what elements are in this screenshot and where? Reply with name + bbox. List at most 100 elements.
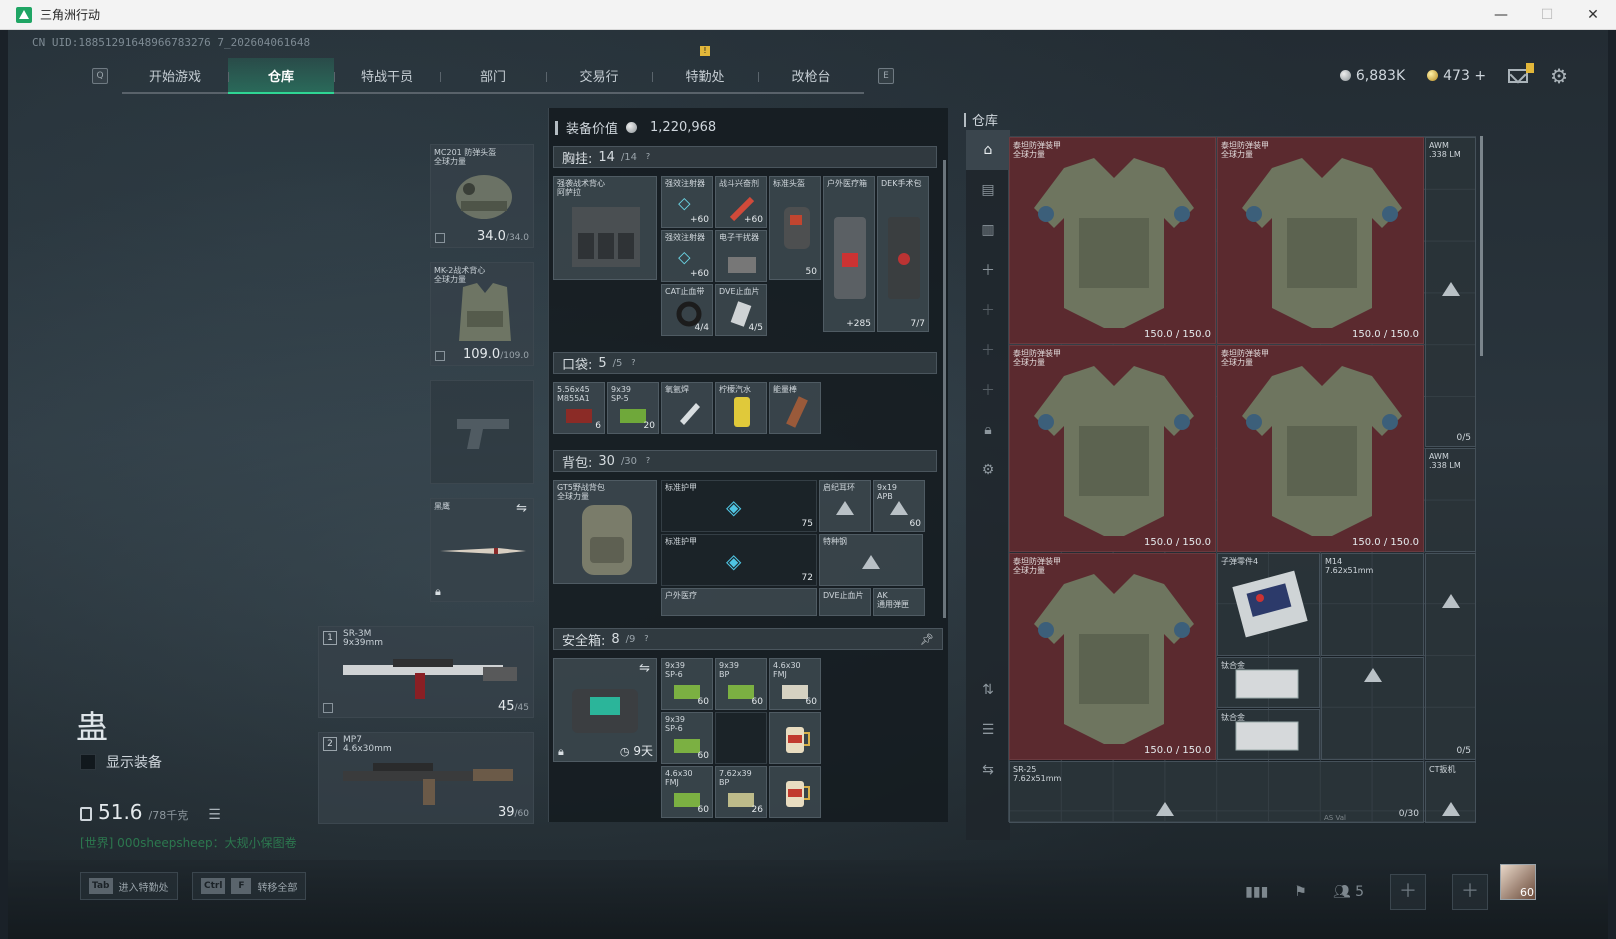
tab-special-ops[interactable]: 特勤处! [652, 46, 758, 94]
backpack-item-0[interactable]: 标准护甲 ◈ 75 [661, 480, 817, 532]
flag-icon[interactable]: ⚑ [1294, 884, 1307, 900]
backpack-item-3[interactable]: 标准护甲 ◈ 72 [661, 534, 817, 586]
inventory-scrollbar[interactable] [943, 160, 946, 618]
add-tab-icon[interactable]: ＋ [966, 290, 1010, 330]
swap-icon[interactable]: ⇋ [639, 661, 650, 676]
mail-icon[interactable] [1508, 63, 1535, 83]
world-chat-message[interactable]: [世界] 000sheepsheep：大规小保图卷 [80, 834, 297, 851]
warehouse-item-awm-2[interactable]: AWM .338 LM [1425, 448, 1476, 552]
warehouse-armor-3[interactable]: 泰坦防弹装甲 全球力量 150.0 / 150.0 [1217, 345, 1424, 552]
pocket-item-4[interactable]: 能量棒 [769, 382, 821, 434]
warehouse-armor-4[interactable]: 泰坦防弹装甲 全球力量 150.0 / 150.0 [1009, 553, 1216, 760]
tab-operators[interactable]: 特战干员 [334, 58, 440, 94]
transfer-icon[interactable]: ⇆ [966, 750, 1010, 790]
list-icon[interactable]: ☰ [208, 807, 221, 823]
add-tab-icon[interactable]: ＋ [966, 330, 1010, 370]
tab-next-key[interactable]: E [878, 68, 894, 84]
warehouse-armor-2[interactable]: 泰坦防弹装甲 全球力量 150.0 / 150.0 [1009, 345, 1216, 552]
pin-icon[interactable]: 📌︎ [920, 633, 934, 646]
armor-slot[interactable]: MK-2战术背心 全球力量 109.0/109.0 [430, 262, 534, 366]
team-icon[interactable]: 👥︎ 5 [1333, 884, 1364, 900]
chest-item-0[interactable]: 强效注射器 ⬦ +60 [661, 176, 713, 228]
safe-box-slot[interactable]: ⇋ 🔒︎ ◷ 9天 [553, 658, 657, 762]
chest-rig-slot[interactable]: 强袭战术背心 阿萨拉 [553, 176, 657, 280]
stats-chart-icon[interactable]: ▮▮▮ [1245, 884, 1268, 900]
show-equipment-toggle[interactable]: 显示装备 [80, 752, 162, 772]
layers-icon[interactable]: ☰ [966, 710, 1010, 750]
gear-icon[interactable]: ⚙ [1550, 64, 1568, 88]
tab-gunsmith[interactable]: 改枪台 [758, 58, 864, 94]
help-icon[interactable]: ? [643, 152, 653, 162]
chest-item-5[interactable]: 强效注射器 ⬦ +60 [661, 230, 713, 282]
sort-icon[interactable]: ⇅ [966, 670, 1010, 710]
warehouse-item-m14[interactable]: M14 7.62x51mm [1321, 553, 1424, 656]
chest-item-7[interactable]: CAT止血带 4/4 [661, 284, 713, 336]
warehouse-tab-2-icon[interactable]: ▤ [966, 170, 1010, 210]
backpack-item-5[interactable]: 户外医疗 [661, 588, 817, 616]
chest-item-3[interactable]: 户外医疗箱 +285 [823, 176, 875, 332]
backpack-item-6[interactable]: DVE止血片 [819, 588, 871, 616]
warehouse-item-parts[interactable]: 子弹零件4 [1217, 553, 1320, 656]
safe-item-6[interactable]: 7.62x39 BP 26 [715, 766, 767, 818]
gold-add-button[interactable]: + [1474, 68, 1486, 84]
safe-item-1[interactable]: 9x39 BP 60 [715, 658, 767, 710]
pocket-item-2[interactable]: 氧氩焊 [661, 382, 713, 434]
pocket-item-0[interactable]: 5.56x45 M855A1 6 [553, 382, 605, 434]
chest-item-4[interactable]: DEK手术包 7/7 [877, 176, 929, 332]
warehouse-armor-1[interactable]: 泰坦防弹装甲 全球力量 150.0 / 150.0 [1217, 137, 1424, 344]
warehouse-home-icon[interactable]: ⌂ [966, 130, 1010, 170]
backpack-item-1[interactable]: 启纪耳环 [819, 480, 871, 532]
warehouse-item-col[interactable]: 0/5 [1425, 553, 1476, 760]
chest-item-6[interactable]: 电子干扰器 [715, 230, 767, 282]
warehouse-grid[interactable]: 泰坦防弹装甲 全球力量 150.0 / 150.0 泰坦防弹装甲 全球力量 15… [1008, 136, 1476, 823]
tab-warehouse[interactable]: 仓库 [228, 58, 334, 94]
backpack-slot[interactable]: GT5野战背包 全球力量 [553, 480, 657, 584]
safe-item-2[interactable]: 4.6x30 FMJ 60 [769, 658, 821, 710]
safe-item-3[interactable]: 9x39 SP-6 60 [661, 712, 713, 764]
chest-item-1[interactable]: 战斗兴奋剂 +60 [715, 176, 767, 228]
chest-item-2[interactable]: 标准头盔 50 [769, 176, 821, 280]
secondary-weapon-slot[interactable]: 2 MP7 4.6x30mm 39/60 [318, 732, 534, 824]
warehouse-item-awm-1[interactable]: AWM .338 LM 0/5 [1425, 137, 1476, 447]
safe-item-mug[interactable] [769, 712, 821, 764]
backpack-item-4[interactable]: 特种钢 [819, 534, 923, 586]
warehouse-item-ct-trigger[interactable]: CT扳机 [1425, 761, 1476, 823]
warehouse-tab-3-icon[interactable]: ▥ [966, 210, 1010, 250]
close-button[interactable]: ✕ [1570, 0, 1616, 30]
warehouse-armor-0[interactable]: 泰坦防弹装甲 全球力量 150.0 / 150.0 [1009, 137, 1216, 344]
chest-item-8[interactable]: DVE止血片 4/5 [715, 284, 767, 336]
pocket-item-3[interactable]: 柠檬汽水 [715, 382, 767, 434]
backpack-item-7[interactable]: AK 通用弹匣 [873, 588, 925, 616]
maximize-button[interactable]: ☐ [1524, 0, 1570, 30]
invite-slot-button[interactable]: ＋ [1452, 874, 1488, 910]
pocket-item-1[interactable]: 9x39 SP-5 20 [607, 382, 659, 434]
show-equipment-checkbox[interactable] [80, 754, 96, 770]
help-icon[interactable]: ? [643, 456, 653, 466]
helmet-slot[interactable]: MC201 防弹头盔 全球力量 34.0/34.0 [430, 144, 534, 248]
warehouse-item-titanium-2[interactable]: 钛合金 [1217, 709, 1320, 760]
gold-currency[interactable]: 473 + [1427, 68, 1486, 84]
add-tab-icon[interactable]: ＋ [966, 250, 1010, 290]
lock-icon[interactable]: 🔒︎ [966, 410, 1010, 450]
pistol-slot-empty[interactable] [430, 380, 534, 484]
warehouse-scrollbar[interactable] [1480, 136, 1483, 356]
melee-slot[interactable]: 黑鹰 ⇋ 🔒︎ [430, 498, 534, 602]
safe-item-5[interactable]: 4.6x30 FMJ 60 [661, 766, 713, 818]
safe-empty-cell[interactable] [715, 712, 767, 764]
safe-item-mug-2[interactable] [769, 766, 821, 818]
enter-special-ops-button[interactable]: Tab 进入特勤处 [80, 872, 178, 900]
player-avatar[interactable]: 60 [1500, 864, 1536, 900]
add-tab-icon[interactable]: ＋ [966, 370, 1010, 410]
minimize-button[interactable]: — [1478, 0, 1524, 30]
backpack-item-2[interactable]: 9x19 APB 60 [873, 480, 925, 532]
tab-trade[interactable]: 交易行 [546, 58, 652, 94]
swap-icon[interactable]: ⇋ [516, 501, 527, 516]
transfer-all-button[interactable]: Ctrl F 转移全部 [192, 872, 307, 900]
tab-department[interactable]: 部门 [440, 58, 546, 94]
warehouse-item-titanium-1[interactable]: 钛合金 [1217, 657, 1320, 708]
primary-weapon-slot[interactable]: 1 SR-3M 9x39mm 45/45 [318, 626, 534, 718]
warehouse-item-unknown[interactable] [1321, 657, 1424, 760]
help-icon[interactable]: ? [628, 358, 638, 368]
tab-start-game[interactable]: 开始游戏 [122, 58, 228, 94]
gear-icon[interactable]: ⚙ [966, 450, 1010, 490]
